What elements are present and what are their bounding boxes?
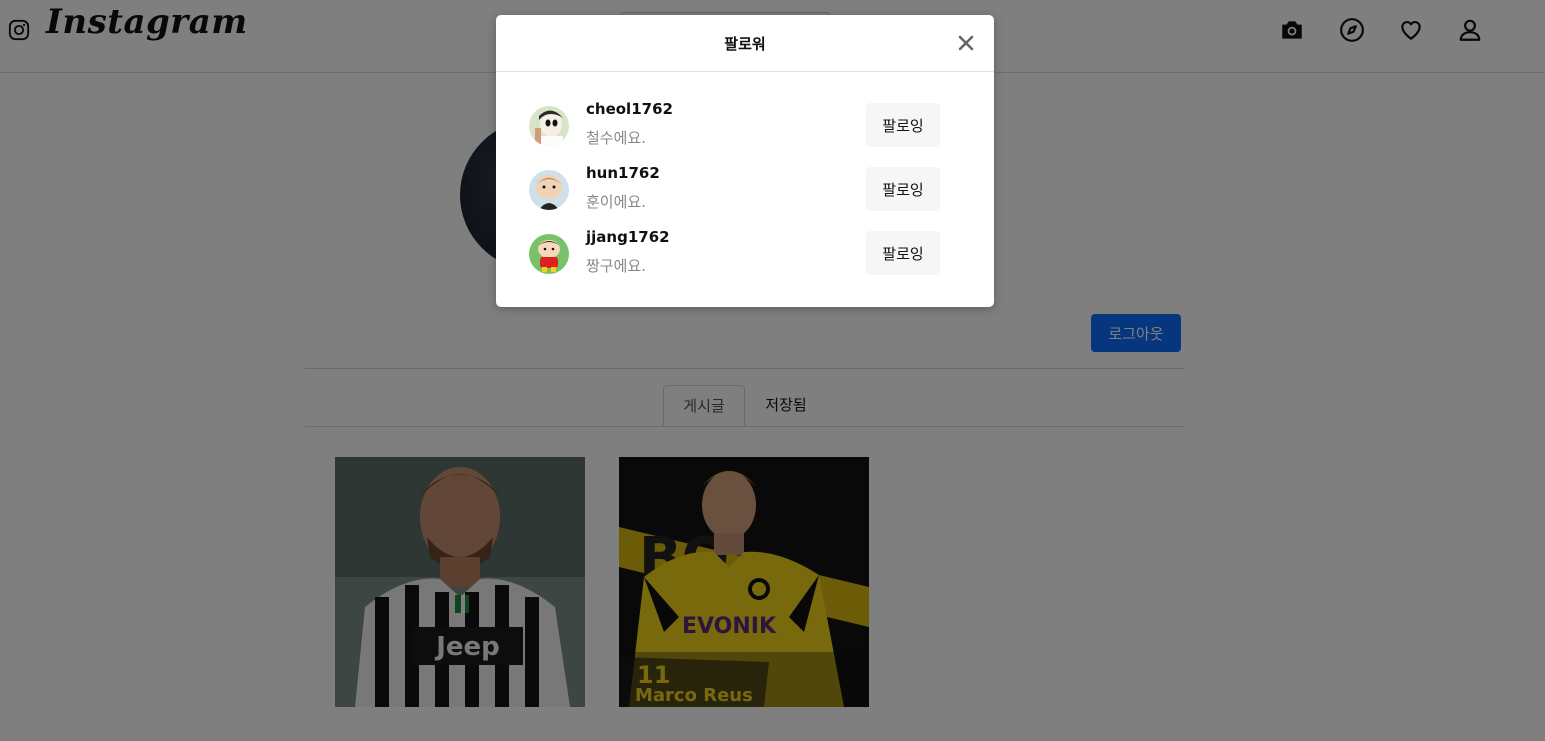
- modal-header: 팔로워: [496, 15, 994, 72]
- user-bio: 철수에요.: [586, 129, 646, 147]
- username[interactable]: hun1762: [586, 164, 660, 182]
- close-icon[interactable]: [954, 31, 978, 55]
- avatar[interactable]: [529, 170, 569, 210]
- following-button[interactable]: 팔로잉: [866, 231, 940, 275]
- user-bio: 짱구에요.: [586, 257, 646, 275]
- list-item: jjang1762 짱구에요. 팔로잉: [496, 228, 994, 286]
- followers-modal: 팔로워 cheol1762 철수에요. 팔로잉 hun1762 훈이에요. 팔로…: [496, 15, 994, 307]
- username[interactable]: jjang1762: [586, 228, 670, 246]
- avatar[interactable]: [529, 106, 569, 146]
- list-item: cheol1762 철수에요. 팔로잉: [496, 100, 994, 158]
- following-button[interactable]: 팔로잉: [866, 167, 940, 211]
- following-button[interactable]: 팔로잉: [866, 103, 940, 147]
- list-item: hun1762 훈이에요. 팔로잉: [496, 164, 994, 222]
- user-bio: 훈이에요.: [586, 193, 646, 211]
- modal-title: 팔로워: [724, 35, 766, 53]
- avatar[interactable]: [529, 234, 569, 274]
- username[interactable]: cheol1762: [586, 100, 673, 118]
